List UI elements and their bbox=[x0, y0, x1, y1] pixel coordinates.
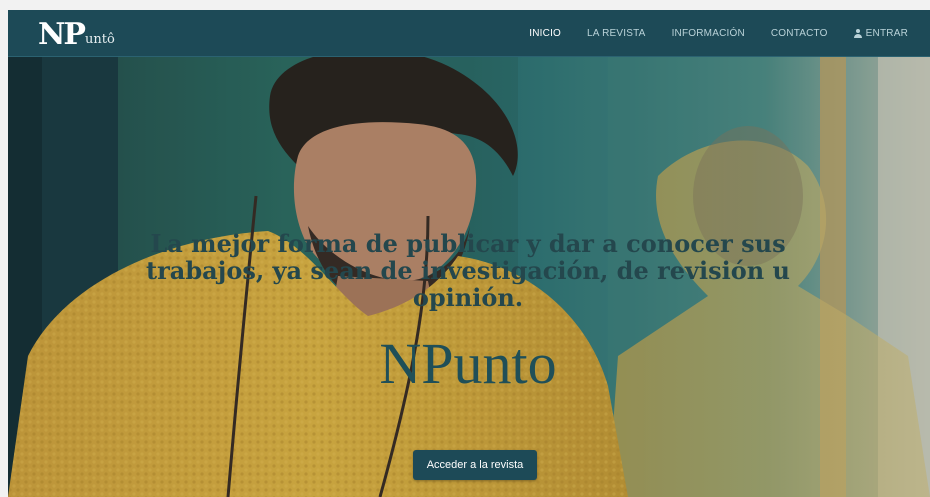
nav-item-inicio[interactable]: INICIO bbox=[529, 28, 561, 39]
logo-rest: untô bbox=[84, 32, 115, 47]
access-journal-button[interactable]: Acceder a la revista bbox=[413, 450, 537, 480]
nav-item-contacto[interactable]: CONTACTO bbox=[771, 28, 828, 39]
main-nav: INICIO LA REVISTA INFORMACIÓN CONTACTO E… bbox=[503, 10, 908, 56]
top-navbar: NP untô INICIO LA REVISTA INFORMACIÓN CO… bbox=[8, 10, 930, 57]
logo-initial: NP bbox=[38, 17, 86, 52]
hero-headline: La mejor forma de publicar y dar a conoc… bbox=[146, 229, 790, 312]
browser-viewport: NP untô INICIO LA REVISTA INFORMACIÓN CO… bbox=[8, 10, 930, 497]
nav-item-entrar[interactable]: ENTRAR bbox=[854, 28, 908, 39]
nav-item-informacion[interactable]: INFORMACIÓN bbox=[672, 28, 745, 39]
nav-item-la-revista[interactable]: LA REVISTA bbox=[587, 28, 646, 39]
nav-item-entrar-label: ENTRAR bbox=[865, 27, 908, 39]
user-icon bbox=[854, 28, 863, 38]
site-logo[interactable]: NP untô bbox=[38, 14, 115, 50]
hero-brand-title: NPunto bbox=[379, 331, 557, 396]
